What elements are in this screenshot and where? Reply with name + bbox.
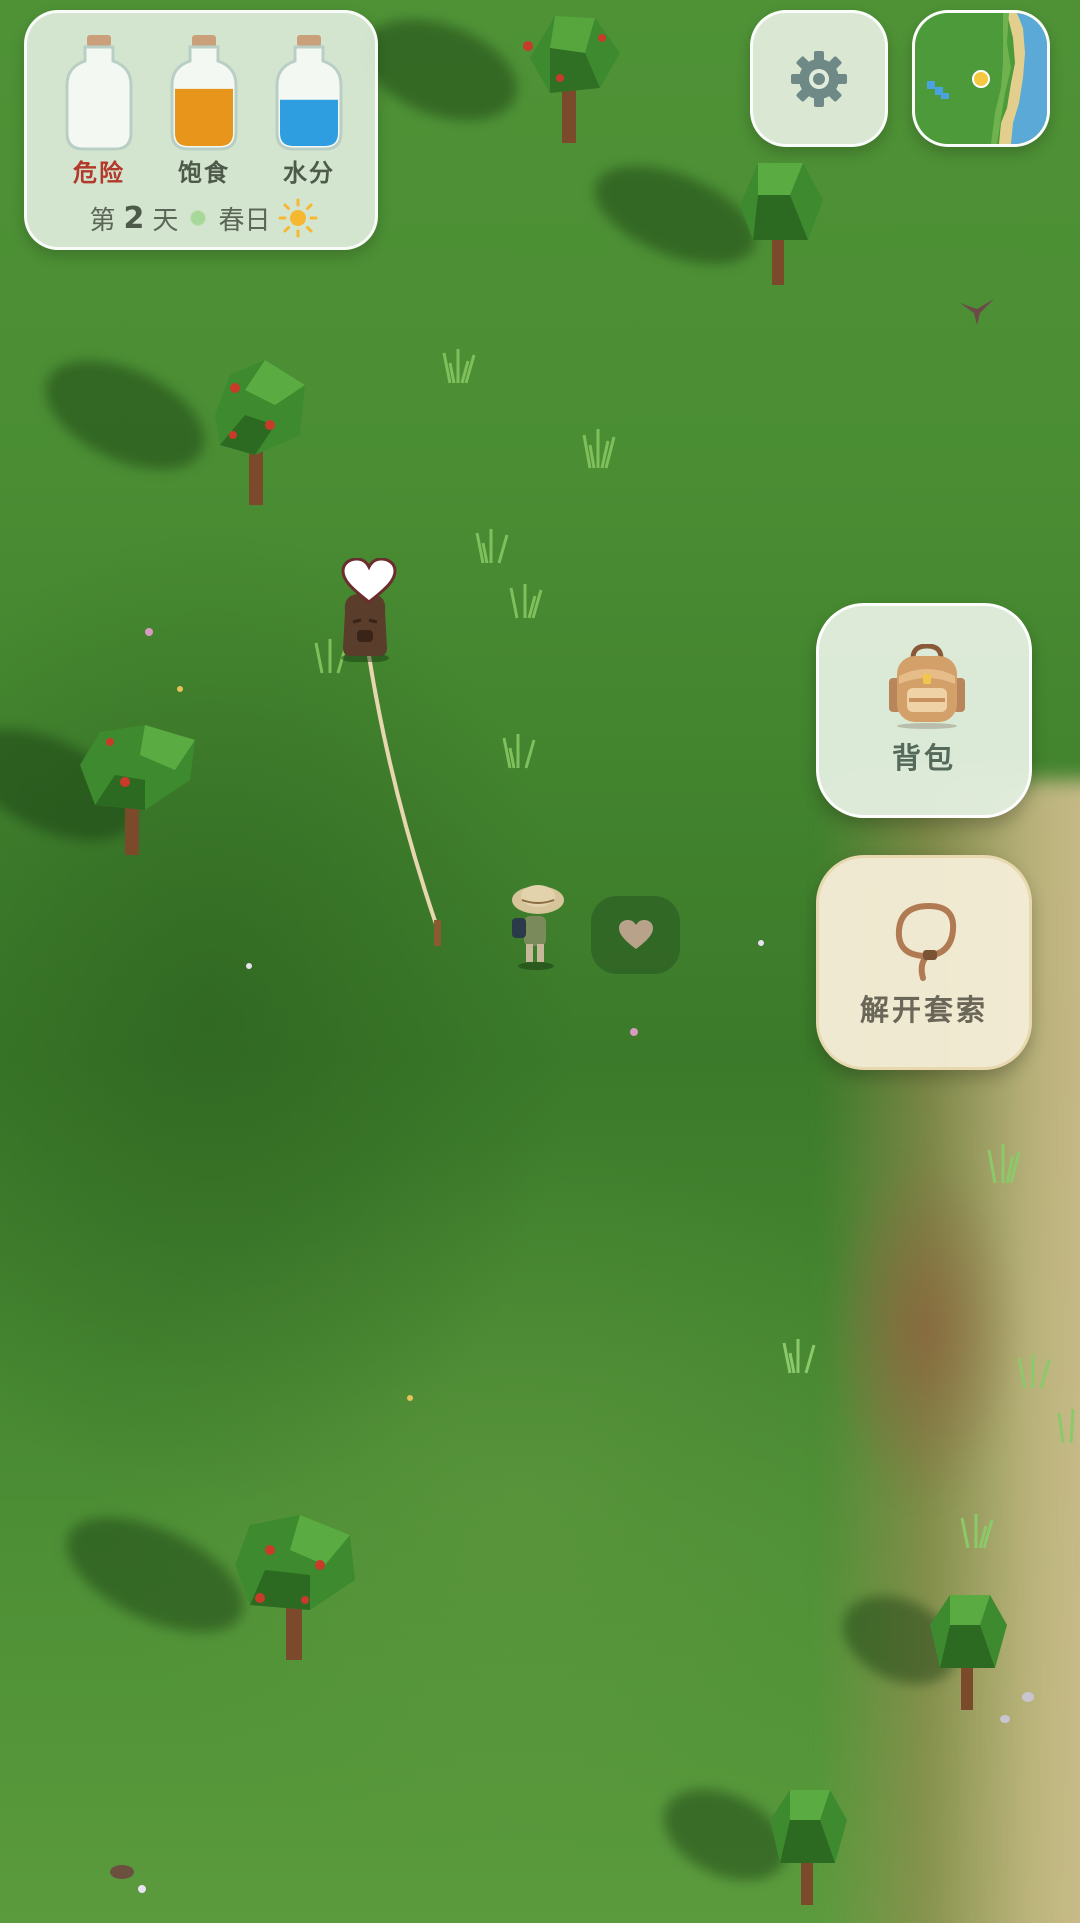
season-label: 春日 — [218, 205, 271, 236]
grass-tuft — [960, 1514, 994, 1549]
grass-tuft — [502, 734, 536, 769]
lasso-rope — [366, 649, 441, 946]
player-character — [512, 885, 564, 970]
pebble — [110, 1865, 134, 1879]
minimap-button[interactable] — [912, 10, 1050, 147]
danger-gauge — [59, 33, 139, 157]
day-prefix: 第 — [89, 205, 116, 236]
apple-tree[interactable] — [205, 355, 315, 505]
backpack-button[interactable]: 背包 — [816, 603, 1032, 818]
day-number: 2 — [123, 200, 145, 236]
tree-shadow — [49, 1494, 261, 1656]
grass-tuft — [442, 349, 476, 384]
day-indicator: 第 2 天 春日 — [27, 193, 381, 243]
grass-tuft — [987, 1144, 1021, 1184]
tree[interactable] — [728, 155, 828, 285]
grass-tuft — [509, 584, 543, 619]
water-label: 水分 — [283, 159, 335, 187]
flower — [145, 628, 153, 636]
flower — [138, 1885, 146, 1893]
flower — [758, 940, 764, 946]
grass-tuft — [1017, 1354, 1051, 1389]
grass-tuft — [582, 429, 616, 469]
settings-button[interactable] — [750, 10, 888, 147]
interact-heart-button[interactable] — [591, 896, 680, 974]
heart-icon — [341, 558, 397, 604]
release-lasso-button[interactable]: 解开套索 — [816, 855, 1032, 1070]
season-dot — [190, 210, 207, 226]
flower — [407, 1395, 413, 1401]
water-gauge — [269, 33, 349, 157]
backpack-label: 背包 — [891, 741, 956, 775]
sun-icon — [278, 198, 318, 238]
gear-icon — [791, 50, 847, 107]
status-panel: 危险 饱食 水分 第 2 天 春日 — [24, 10, 378, 250]
apple-tree[interactable] — [510, 8, 630, 143]
satiety-gauge — [164, 33, 244, 157]
tree-shadow — [28, 338, 222, 492]
flower — [246, 963, 252, 969]
water-bottle-icon — [275, 35, 343, 151]
tree[interactable] — [925, 1590, 1010, 1710]
flower — [630, 1028, 638, 1036]
apple-tree[interactable] — [230, 1510, 360, 1660]
grass-tuft — [1057, 1408, 1075, 1444]
backpack-icon — [889, 644, 965, 729]
pebble — [1000, 1715, 1010, 1723]
apple-tree[interactable] — [75, 720, 205, 855]
danger-bottle-icon — [65, 35, 133, 151]
pebble — [1022, 1692, 1034, 1702]
release-lasso-label: 解开套索 — [859, 993, 988, 1027]
day-suffix: 天 — [152, 205, 179, 236]
tree[interactable] — [765, 1785, 850, 1905]
lasso-icon — [895, 902, 957, 981]
heart-icon — [618, 920, 653, 949]
minimap — [915, 13, 1047, 144]
dirt-patch — [830, 1150, 1020, 1510]
grass-tuft — [475, 529, 509, 564]
bird[interactable] — [960, 295, 994, 325]
flower — [177, 686, 183, 692]
danger-label: 危险 — [73, 159, 125, 187]
grass-tuft — [782, 1339, 816, 1374]
satiety-label: 饱食 — [178, 159, 230, 187]
satiety-bottle-icon — [170, 35, 238, 151]
